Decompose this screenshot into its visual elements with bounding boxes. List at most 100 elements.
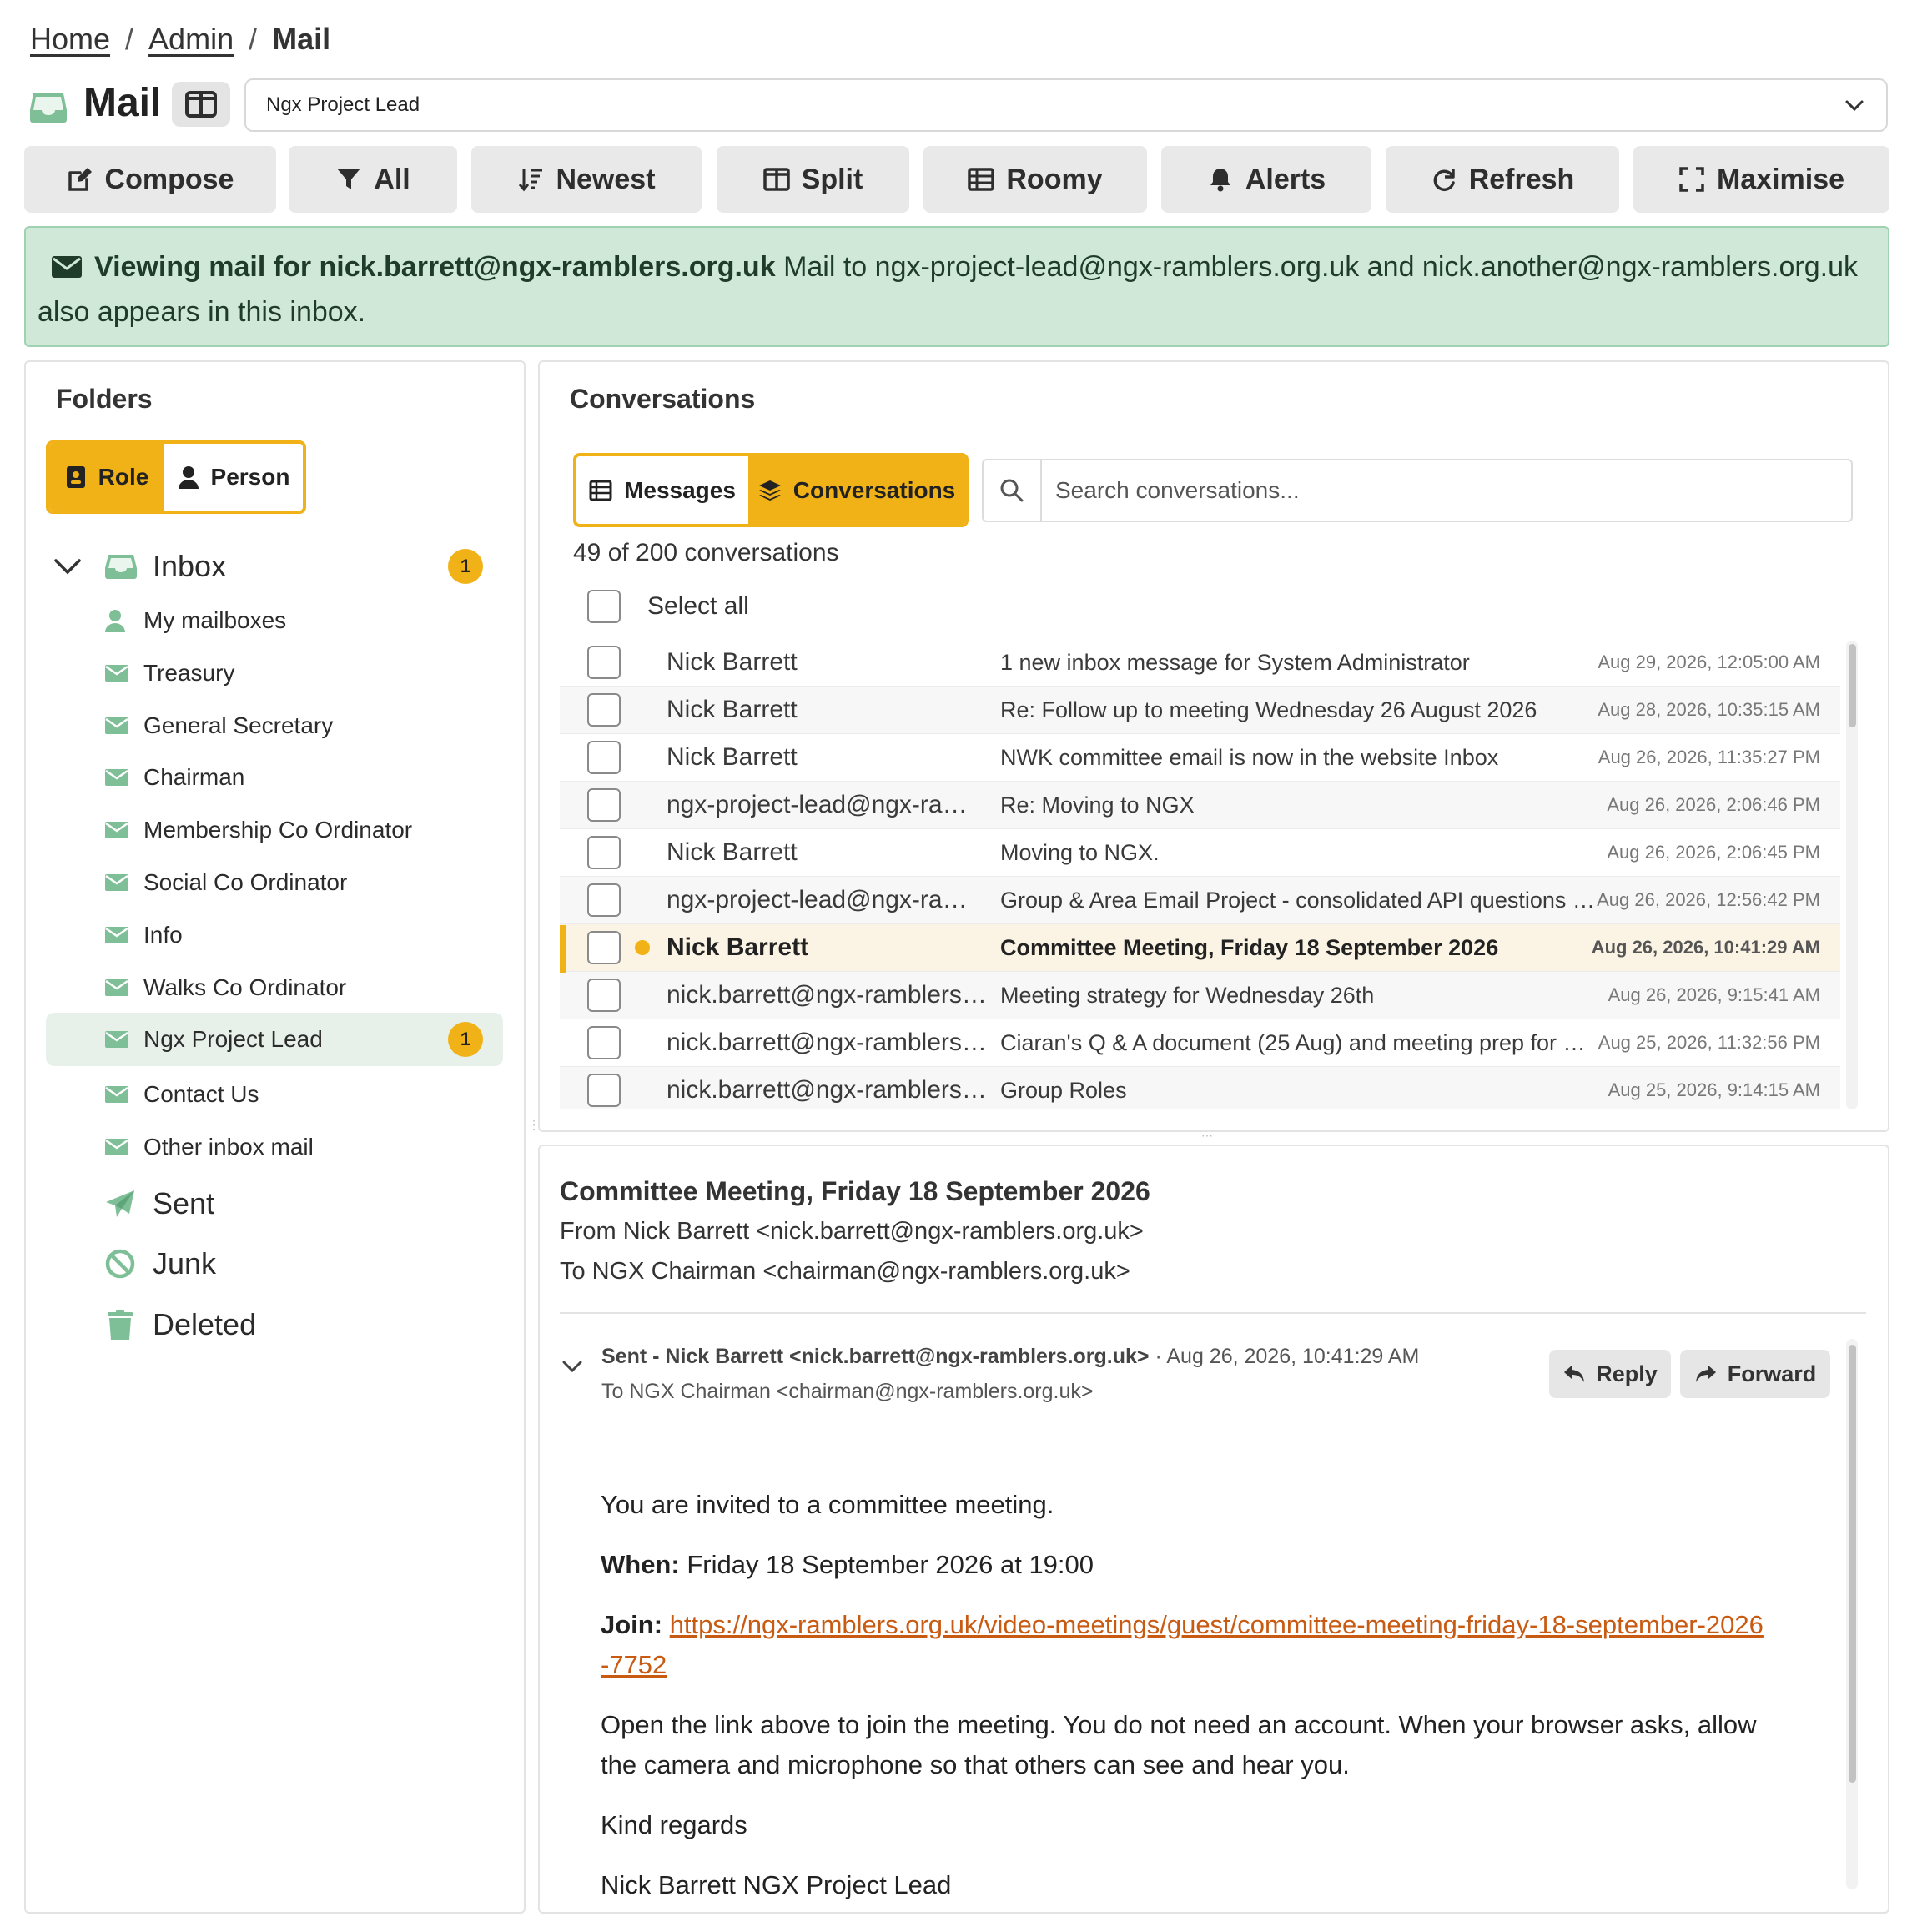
refresh-button[interactable]: Refresh xyxy=(1386,146,1619,213)
conversation-from: Nick Barrett xyxy=(667,933,809,961)
row-checkbox[interactable] xyxy=(587,693,621,727)
body-signature: Nick Barrett NGX Project Lead xyxy=(601,1870,952,1899)
search-input[interactable] xyxy=(1042,460,1851,521)
folder-sent-label: Sent xyxy=(153,1186,215,1220)
trash-icon xyxy=(108,1310,133,1340)
table-icon xyxy=(968,168,995,191)
person-toggle-button[interactable]: Person xyxy=(164,444,303,511)
row-checkbox[interactable] xyxy=(587,646,621,679)
folder-my-mailboxes[interactable]: My mailboxes xyxy=(46,604,503,637)
edit-icon xyxy=(68,168,92,191)
reader-to: To NGX Chairman <chairman@ngx-ramblers.o… xyxy=(560,1258,1130,1285)
split-layout-toggle[interactable] xyxy=(172,82,230,127)
folder-deleted[interactable]: Deleted xyxy=(46,1304,503,1346)
compose-button-label: Compose xyxy=(104,163,234,195)
message-sender: Sent - Nick Barrett <nick.barrett@ngx-ra… xyxy=(601,1345,1150,1368)
row-checkbox[interactable] xyxy=(587,741,621,774)
role-toggle-button[interactable]: Role xyxy=(49,444,164,511)
row-checkbox[interactable] xyxy=(587,788,621,822)
folder-ngx-project-lead[interactable]: Ngx Project Lead 1 xyxy=(46,1013,503,1066)
sort-icon xyxy=(519,169,543,192)
conversation-from: ngx-project-lead@ngx-ramblers.org.uk xyxy=(667,791,987,818)
breadcrumb-admin-link[interactable]: Admin xyxy=(148,22,234,57)
folder-info[interactable]: Info xyxy=(46,918,503,952)
maximise-button[interactable]: Maximise xyxy=(1633,146,1889,213)
conversation-subject: Meeting strategy for Wednesday 26th xyxy=(1000,982,1375,1008)
conversation-list: Nick Barrett 1 new inbox message for Sys… xyxy=(560,639,1840,1109)
conversation-row[interactable]: nick.barrett@ngx-ramblers.org.uk Ciaran'… xyxy=(560,1019,1840,1067)
forward-button[interactable]: Forward xyxy=(1680,1350,1830,1398)
paper-plane-icon xyxy=(106,1190,134,1217)
conversation-row[interactable]: Nick Barrett Moving to NGX. Aug 26, 2026… xyxy=(560,829,1840,877)
horizontal-resize-handle[interactable]: ⋯ xyxy=(1201,1129,1213,1143)
conversation-subject: Moving to NGX. xyxy=(1000,839,1160,865)
mailbox-select[interactable]: Ngx Project Lead xyxy=(244,78,1888,132)
folder-junk[interactable]: Junk xyxy=(46,1243,503,1285)
folder-membership-co-ordinator[interactable]: Membership Co Ordinator xyxy=(46,813,503,847)
refresh-button-label: Refresh xyxy=(1468,163,1575,195)
folder-deleted-label: Deleted xyxy=(153,1307,257,1341)
envelope-icon xyxy=(105,717,128,734)
folder-label: Walks Co Ordinator xyxy=(143,974,347,1000)
select-all-checkbox[interactable] xyxy=(587,590,621,623)
row-checkbox[interactable] xyxy=(587,1074,621,1107)
conversation-row[interactable]: nick.barrett@ngx-ramblers.org.uk Group R… xyxy=(560,1067,1840,1109)
join-label: Join: xyxy=(601,1610,663,1639)
compose-button[interactable]: Compose xyxy=(24,146,276,213)
folder-contact-us[interactable]: Contact Us xyxy=(46,1078,503,1111)
conversation-subject: 1 new inbox message for System Administr… xyxy=(1000,649,1470,675)
folder-inbox[interactable]: Inbox 1 xyxy=(46,544,503,589)
message-body-scroll-thumb[interactable] xyxy=(1849,1345,1856,1783)
reader-subject: Committee Meeting, Friday 18 September 2… xyxy=(560,1176,1150,1206)
folder-sent[interactable]: Sent xyxy=(46,1183,503,1225)
reply-button[interactable]: Reply xyxy=(1549,1350,1671,1398)
conversation-row[interactable]: ngx-project-lead@ngx-ramblers.org.uk Gro… xyxy=(560,877,1840,924)
layers-icon xyxy=(758,480,781,501)
breadcrumb-home-link[interactable]: Home xyxy=(30,22,110,57)
filter-button-label: All xyxy=(374,163,410,195)
conversation-date: Aug 26, 2026, 11:35:27 PM xyxy=(1598,747,1820,767)
messages-tab[interactable]: Messages xyxy=(576,456,748,524)
alerts-button[interactable]: Alerts xyxy=(1161,146,1371,213)
conversations-tab[interactable]: Conversations xyxy=(748,456,965,524)
row-checkbox[interactable] xyxy=(587,883,621,917)
split-view-button[interactable]: Split xyxy=(717,146,909,213)
folder-other-inbox-mail[interactable]: Other inbox mail xyxy=(46,1130,503,1164)
chevron-down-icon[interactable] xyxy=(53,551,83,581)
density-button[interactable]: Roomy xyxy=(923,146,1147,213)
folder-label: General Secretary xyxy=(143,712,334,738)
row-checkbox[interactable] xyxy=(587,931,621,964)
conversation-row[interactable]: Nick Barrett NWK committee email is now … xyxy=(560,734,1840,782)
message-meta: Sent - Nick Barrett <nick.barrett@ngx-ra… xyxy=(601,1345,1419,1369)
breadcrumb-current: Mail xyxy=(272,22,331,56)
row-checkbox[interactable] xyxy=(587,836,621,869)
row-checkbox[interactable] xyxy=(587,1026,621,1059)
filter-button[interactable]: All xyxy=(289,146,457,213)
conversation-from: nick.barrett@ngx-ramblers.org.uk xyxy=(667,1076,987,1104)
ban-icon xyxy=(105,1249,135,1279)
mailbox-info-banner: Viewing mail for nick.barrett@ngx-ramble… xyxy=(24,226,1889,347)
folder-general-secretary[interactable]: General Secretary xyxy=(46,709,503,742)
forward-icon xyxy=(1695,1366,1716,1382)
conversation-row[interactable]: Nick Barrett 1 new inbox message for Sys… xyxy=(560,639,1840,687)
meeting-link[interactable]: https://ngx-ramblers.org.uk/video-meetin… xyxy=(601,1610,1764,1679)
folder-treasury[interactable]: Treasury xyxy=(46,657,503,690)
sort-button-label: Newest xyxy=(556,163,656,195)
select-all-row[interactable]: Select all xyxy=(587,590,749,623)
row-checkbox[interactable] xyxy=(587,979,621,1012)
envelope-icon xyxy=(52,256,82,278)
conversation-row[interactable]: Nick Barrett Re: Follow up to meeting We… xyxy=(560,687,1840,734)
sort-button[interactable]: Newest xyxy=(471,146,702,213)
conversation-row[interactable]: nick.barrett@ngx-ramblers.org.uk Meeting… xyxy=(560,972,1840,1019)
folder-walks-co-ordinator[interactable]: Walks Co Ordinator xyxy=(46,971,503,1004)
folder-social-co-ordinator[interactable]: Social Co Ordinator xyxy=(46,866,503,899)
conversation-row[interactable]: ngx-project-lead@ngx-ramblers.org.uk Re:… xyxy=(560,782,1840,829)
table-icon xyxy=(589,480,612,501)
vertical-resize-handle[interactable]: ⋮ xyxy=(528,1118,540,1131)
folder-chairman[interactable]: Chairman xyxy=(46,761,503,794)
conversation-row-selected[interactable]: Nick Barrett Committee Meeting, Friday 1… xyxy=(560,924,1840,972)
mailbox-select-value: Ngx Project Lead xyxy=(266,93,420,116)
chevron-down-icon[interactable] xyxy=(561,1355,584,1378)
conversation-list-scroll-thumb[interactable] xyxy=(1849,644,1856,727)
conversation-count: 49 of 200 conversations xyxy=(573,539,839,566)
